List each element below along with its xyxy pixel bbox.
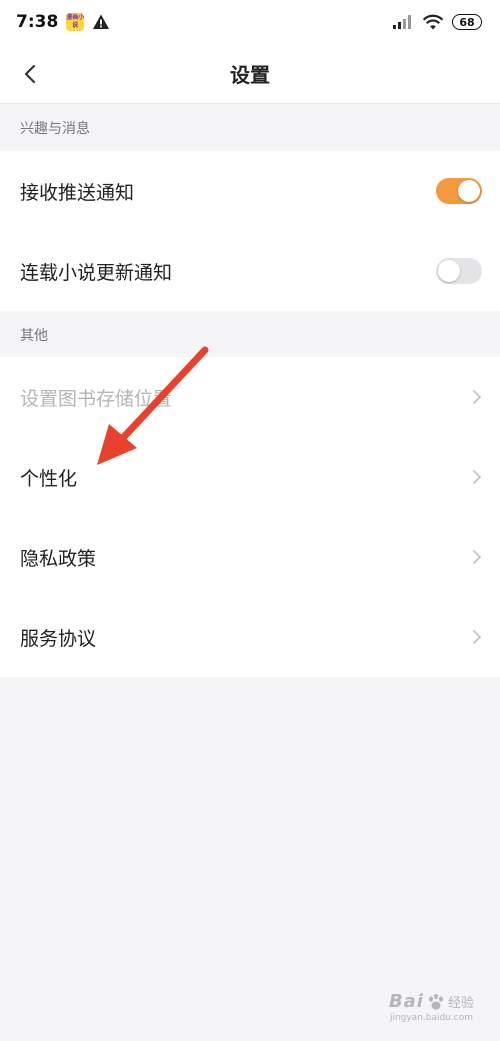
group-interest: 接收推送通知 连载小说更新通知 [0, 151, 500, 311]
toggle-knob [458, 180, 480, 202]
status-time: 7:38 [16, 12, 59, 32]
chevron-right-icon [473, 550, 481, 564]
row-serial-update-notifications[interactable]: 连载小说更新通知 [0, 231, 500, 311]
row-storage-location[interactable]: 设置图书存储位置 [0, 357, 500, 437]
paw-icon [428, 993, 443, 1009]
chevron-right-icon [473, 630, 481, 644]
chevron-left-icon [24, 64, 36, 84]
row-label: 个性化 [20, 467, 78, 490]
back-button[interactable] [10, 54, 50, 94]
row-label: 接收推送通知 [20, 181, 135, 204]
chevron-right-icon [473, 470, 481, 484]
page-title: 设置 [230, 63, 270, 87]
toggle-knob [438, 260, 460, 282]
push-notifications-toggle[interactable] [436, 178, 482, 204]
section-header-interest: 兴趣与消息 [20, 120, 90, 137]
chevron-right-icon [473, 390, 481, 404]
watermark-brand: Bai [388, 991, 424, 1012]
app-badge-icon: 漫画小说 [66, 13, 85, 31]
row-privacy-policy[interactable]: 隐私政策 [0, 517, 500, 597]
wifi-icon [422, 14, 444, 30]
status-icons: 68 [392, 13, 482, 31]
warning-icon [93, 14, 110, 29]
row-label: 隐私政策 [20, 547, 97, 570]
watermark: Bai 经验 jingyan.baidu.com [389, 991, 474, 1023]
section-header-other: 其他 [20, 327, 48, 344]
status-bar: 7:38 漫画小说 68 [0, 0, 500, 44]
row-push-notifications[interactable]: 接收推送通知 [0, 151, 500, 231]
group-other: 设置图书存储位置 个性化 隐私政策 服务协议 [0, 357, 500, 677]
signal-icon [393, 15, 411, 29]
battery-icon: 68 [452, 14, 482, 30]
row-service-agreement[interactable]: 服务协议 [0, 597, 500, 677]
serial-update-toggle[interactable] [436, 258, 482, 284]
row-label: 连载小说更新通知 [20, 261, 173, 284]
row-label: 服务协议 [20, 627, 97, 650]
watermark-url: jingyan.baidu.com [389, 1013, 473, 1023]
watermark-sub: 经验 [447, 996, 474, 1011]
row-label: 设置图书存储位置 [20, 387, 173, 410]
nav-bar: 设置 [0, 44, 500, 104]
row-personalization[interactable]: 个性化 [0, 437, 500, 517]
